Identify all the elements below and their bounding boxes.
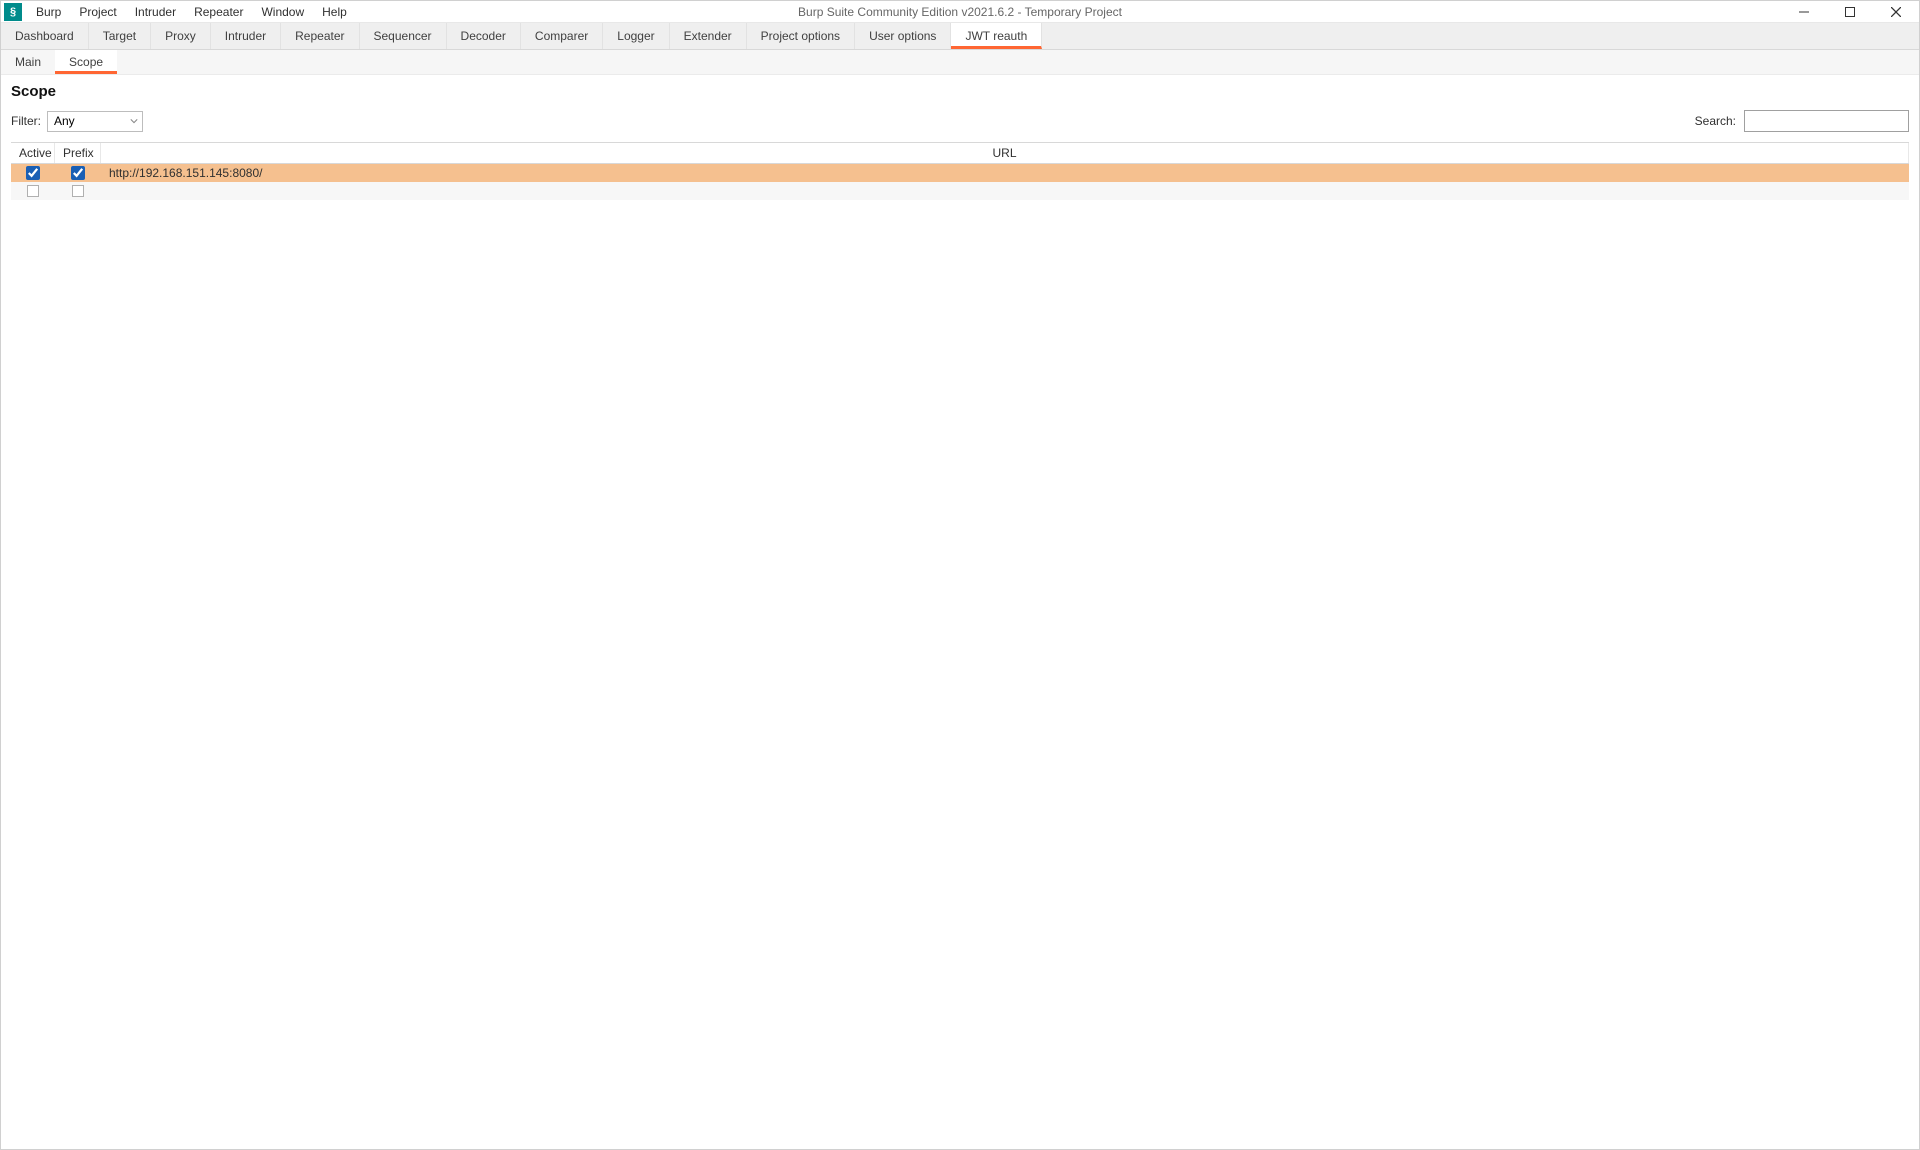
minimize-icon — [1799, 7, 1809, 17]
app-icon: § — [4, 3, 22, 21]
prefix-checkbox[interactable] — [72, 185, 84, 197]
filter-label: Filter: — [11, 114, 41, 128]
active-checkbox[interactable] — [27, 185, 39, 197]
menu-help[interactable]: Help — [313, 3, 356, 21]
menu-repeater[interactable]: Repeater — [185, 3, 252, 21]
column-header-prefix[interactable]: Prefix — [55, 143, 101, 163]
sub-tabs: Main Scope — [1, 50, 1919, 75]
tab-intruder[interactable]: Intruder — [211, 23, 281, 49]
search-input[interactable] — [1744, 110, 1909, 132]
table-row[interactable]: http://192.168.151.145:8080/ — [11, 164, 1909, 182]
tab-jwt-reauth[interactable]: JWT reauth — [951, 23, 1042, 49]
close-icon — [1891, 7, 1901, 17]
minimize-button[interactable] — [1781, 1, 1827, 23]
tab-project-options[interactable]: Project options — [747, 23, 855, 49]
scope-table: Active Prefix URL http://192.168.151.145… — [11, 142, 1909, 200]
column-header-active[interactable]: Active — [11, 143, 55, 163]
sub-tab-scope[interactable]: Scope — [55, 50, 117, 74]
tab-comparer[interactable]: Comparer — [521, 23, 603, 49]
table-row[interactable] — [11, 182, 1909, 200]
menu-burp[interactable]: Burp — [27, 3, 70, 21]
tab-user-options[interactable]: User options — [855, 23, 951, 49]
tab-repeater[interactable]: Repeater — [281, 23, 359, 49]
tab-target[interactable]: Target — [89, 23, 151, 49]
chevron-down-icon — [130, 117, 138, 125]
sub-tab-main[interactable]: Main — [1, 50, 55, 74]
tab-decoder[interactable]: Decoder — [447, 23, 521, 49]
tab-logger[interactable]: Logger — [603, 23, 669, 49]
menu-intruder[interactable]: Intruder — [126, 3, 185, 21]
menu-project[interactable]: Project — [70, 3, 125, 21]
main-tabs: Dashboard Target Proxy Intruder Repeater… — [1, 23, 1919, 50]
search-label: Search: — [1695, 114, 1736, 128]
menu-window[interactable]: Window — [252, 3, 313, 21]
tab-proxy[interactable]: Proxy — [151, 23, 211, 49]
window-title: Burp Suite Community Edition v2021.6.2 -… — [798, 5, 1122, 19]
filter-select[interactable]: Any — [47, 111, 143, 132]
tab-dashboard[interactable]: Dashboard — [1, 23, 89, 49]
url-cell: http://192.168.151.145:8080/ — [101, 166, 1909, 180]
prefix-checkbox[interactable] — [71, 166, 85, 180]
tab-sequencer[interactable]: Sequencer — [360, 23, 447, 49]
maximize-icon — [1845, 7, 1855, 17]
column-header-url[interactable]: URL — [101, 143, 1909, 163]
active-checkbox[interactable] — [26, 166, 40, 180]
app-icon-glyph: § — [10, 6, 16, 18]
page-title: Scope — [11, 83, 1909, 100]
filter-value: Any — [54, 114, 75, 128]
tab-extender[interactable]: Extender — [670, 23, 747, 49]
menubar: Burp Project Intruder Repeater Window He… — [27, 3, 356, 21]
maximize-button[interactable] — [1827, 1, 1873, 23]
close-button[interactable] — [1873, 1, 1919, 23]
